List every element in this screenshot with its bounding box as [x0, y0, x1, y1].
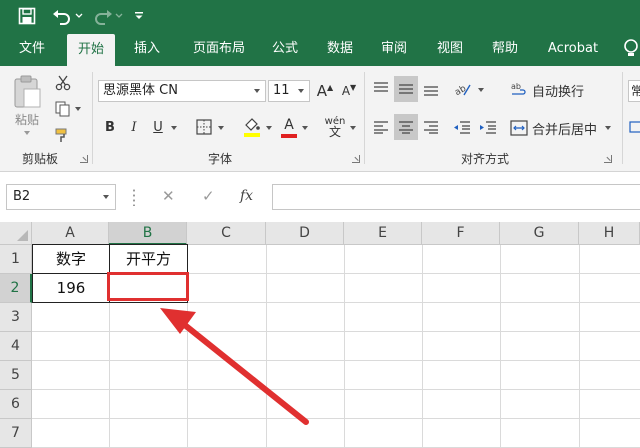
ribbon-separator	[622, 72, 623, 164]
font-launcher-icon[interactable]	[352, 155, 360, 163]
clipboard-launcher-icon[interactable]	[80, 155, 88, 163]
ribbon-home: 粘贴 剪贴板 思源黑体 CN 11 A ▲ A ▼ B I U A wén 文 …	[0, 66, 640, 172]
phonetic-glyph: 文	[328, 125, 341, 139]
ribbon-separator	[364, 72, 365, 164]
bold-button[interactable]: B	[100, 116, 120, 138]
tab-review[interactable]: 审阅	[372, 32, 416, 66]
cancel-icon[interactable]: ✕	[162, 187, 175, 205]
group-label-alignment: 对齐方式	[460, 152, 509, 166]
undo-dropdown-icon[interactable]	[74, 3, 84, 29]
merge-center-icon	[510, 120, 528, 136]
wrap-text-icon: ab	[511, 82, 526, 95]
fill-color-button[interactable]	[240, 114, 264, 140]
font-name-combo[interactable]: 思源黑体 CN	[98, 80, 266, 102]
enter-icon[interactable]: ✓	[202, 187, 215, 205]
tab-insert[interactable]: 插入	[124, 32, 170, 66]
phonetic-button[interactable]: wén 文	[320, 114, 350, 140]
merge-center-label: 合并后居中	[532, 122, 598, 138]
fill-color-dropdown-icon[interactable]	[266, 126, 272, 130]
font-size-value: 11	[273, 83, 290, 98]
excel-window: 文件 开始 插入 页面布局 公式 数据 审阅 视图 帮助 Acrobat 粘贴	[0, 0, 640, 448]
border-dropdown-icon[interactable]	[218, 126, 224, 130]
increase-indent-icon[interactable]	[476, 116, 500, 138]
fill-bucket-icon	[245, 117, 260, 131]
font-color-dropdown-icon[interactable]	[302, 126, 308, 130]
merge-center-dropdown-icon	[605, 126, 612, 130]
name-box[interactable]: B2	[6, 184, 116, 210]
paste-button[interactable]: 粘贴	[8, 74, 46, 136]
formula-bar: B2 ✕ ✓ fx	[0, 173, 640, 222]
annotation-arrow	[160, 308, 309, 425]
format-painter-icon[interactable]	[52, 124, 74, 146]
svg-text:ab: ab	[511, 82, 521, 91]
number-format-combo[interactable]: 常	[628, 80, 640, 102]
shrink-font-label: A	[341, 84, 351, 98]
insert-function-icon[interactable]: fx	[240, 188, 253, 204]
font-size-dropdown-icon	[298, 89, 304, 93]
align-right-icon[interactable]	[420, 116, 442, 138]
font-size-combo[interactable]: 11	[268, 80, 310, 102]
worksheet-grid: A B C D E F G H 1 2 3 4 5 6 7 数字 开平方 196	[0, 222, 640, 448]
group-label-font: 字体	[207, 152, 232, 166]
formula-bar-splitter[interactable]	[133, 188, 135, 206]
underline-dropdown-icon[interactable]	[171, 126, 177, 130]
currency-format-icon[interactable]	[628, 116, 640, 138]
tab-formulas[interactable]: 公式	[264, 32, 306, 66]
underline-button[interactable]: U	[148, 116, 168, 138]
save-icon[interactable]	[14, 3, 40, 29]
paste-icon	[14, 75, 41, 108]
tab-data[interactable]: 数据	[318, 32, 362, 66]
font-name-value: 思源黑体 CN	[103, 83, 178, 98]
font-color-button[interactable]: A	[278, 114, 300, 140]
fill-color-swatch	[244, 132, 260, 137]
number-format-value: 常	[631, 84, 640, 98]
orientation-dropdown-icon[interactable]	[478, 88, 484, 92]
shrink-font-button[interactable]: A ▼	[338, 80, 360, 102]
grow-font-button[interactable]: A ▲	[314, 80, 336, 102]
tab-home[interactable]: 开始	[67, 34, 115, 66]
ribbon-separator	[92, 72, 93, 164]
border-icon[interactable]	[194, 116, 214, 138]
formula-input[interactable]	[272, 184, 640, 210]
align-middle-icon[interactable]	[394, 76, 418, 102]
font-name-dropdown-icon	[254, 89, 260, 93]
paste-label: 粘贴	[14, 113, 39, 127]
font-color-swatch	[281, 133, 297, 138]
redo-dropdown-icon[interactable]	[114, 3, 124, 29]
quick-access-toolbar	[0, 0, 640, 32]
copy-dropdown-icon	[75, 107, 81, 111]
tab-file[interactable]: 文件	[10, 32, 54, 66]
tab-help[interactable]: 帮助	[483, 32, 527, 66]
tab-view[interactable]: 视图	[428, 32, 472, 66]
formula-bar-buttons: ✕ ✓ fx	[150, 184, 270, 210]
align-top-icon[interactable]	[370, 78, 392, 100]
name-box-dropdown-icon	[103, 195, 109, 199]
ribbon-tabs: 文件 开始 插入 页面布局 公式 数据 审阅 视图 帮助 Acrobat	[0, 32, 640, 66]
alignment-launcher-icon[interactable]	[604, 155, 612, 163]
align-center-icon[interactable]	[394, 114, 418, 140]
font-color-letter: A	[284, 116, 294, 133]
name-box-value: B2	[13, 189, 31, 204]
cut-icon[interactable]	[52, 72, 74, 94]
paste-dropdown-icon	[24, 131, 30, 135]
merge-center-button[interactable]: 合并后居中	[510, 116, 620, 140]
copy-button[interactable]	[52, 98, 84, 120]
redo-icon[interactable]	[92, 3, 114, 29]
group-label-clipboard: 剪贴板	[21, 152, 58, 166]
lightbulb-icon[interactable]	[622, 38, 640, 60]
undo-icon[interactable]	[50, 3, 74, 29]
decrease-indent-icon[interactable]	[450, 116, 474, 138]
tab-acrobat[interactable]: Acrobat	[540, 32, 606, 66]
wrap-text-label: 自动换行	[532, 84, 585, 100]
align-bottom-icon[interactable]	[420, 78, 442, 100]
orientation-icon[interactable]: ab	[450, 78, 474, 100]
phonetic-dropdown-icon[interactable]	[350, 126, 356, 130]
copy-icon	[55, 101, 70, 117]
wrap-text-button[interactable]: ab 自动换行	[510, 78, 590, 102]
align-left-icon[interactable]	[370, 116, 392, 138]
grow-font-label: A	[316, 82, 328, 100]
customize-qat-icon[interactable]	[132, 3, 146, 29]
italic-button[interactable]: I	[124, 116, 144, 138]
tab-page-layout[interactable]: 页面布局	[182, 32, 256, 66]
